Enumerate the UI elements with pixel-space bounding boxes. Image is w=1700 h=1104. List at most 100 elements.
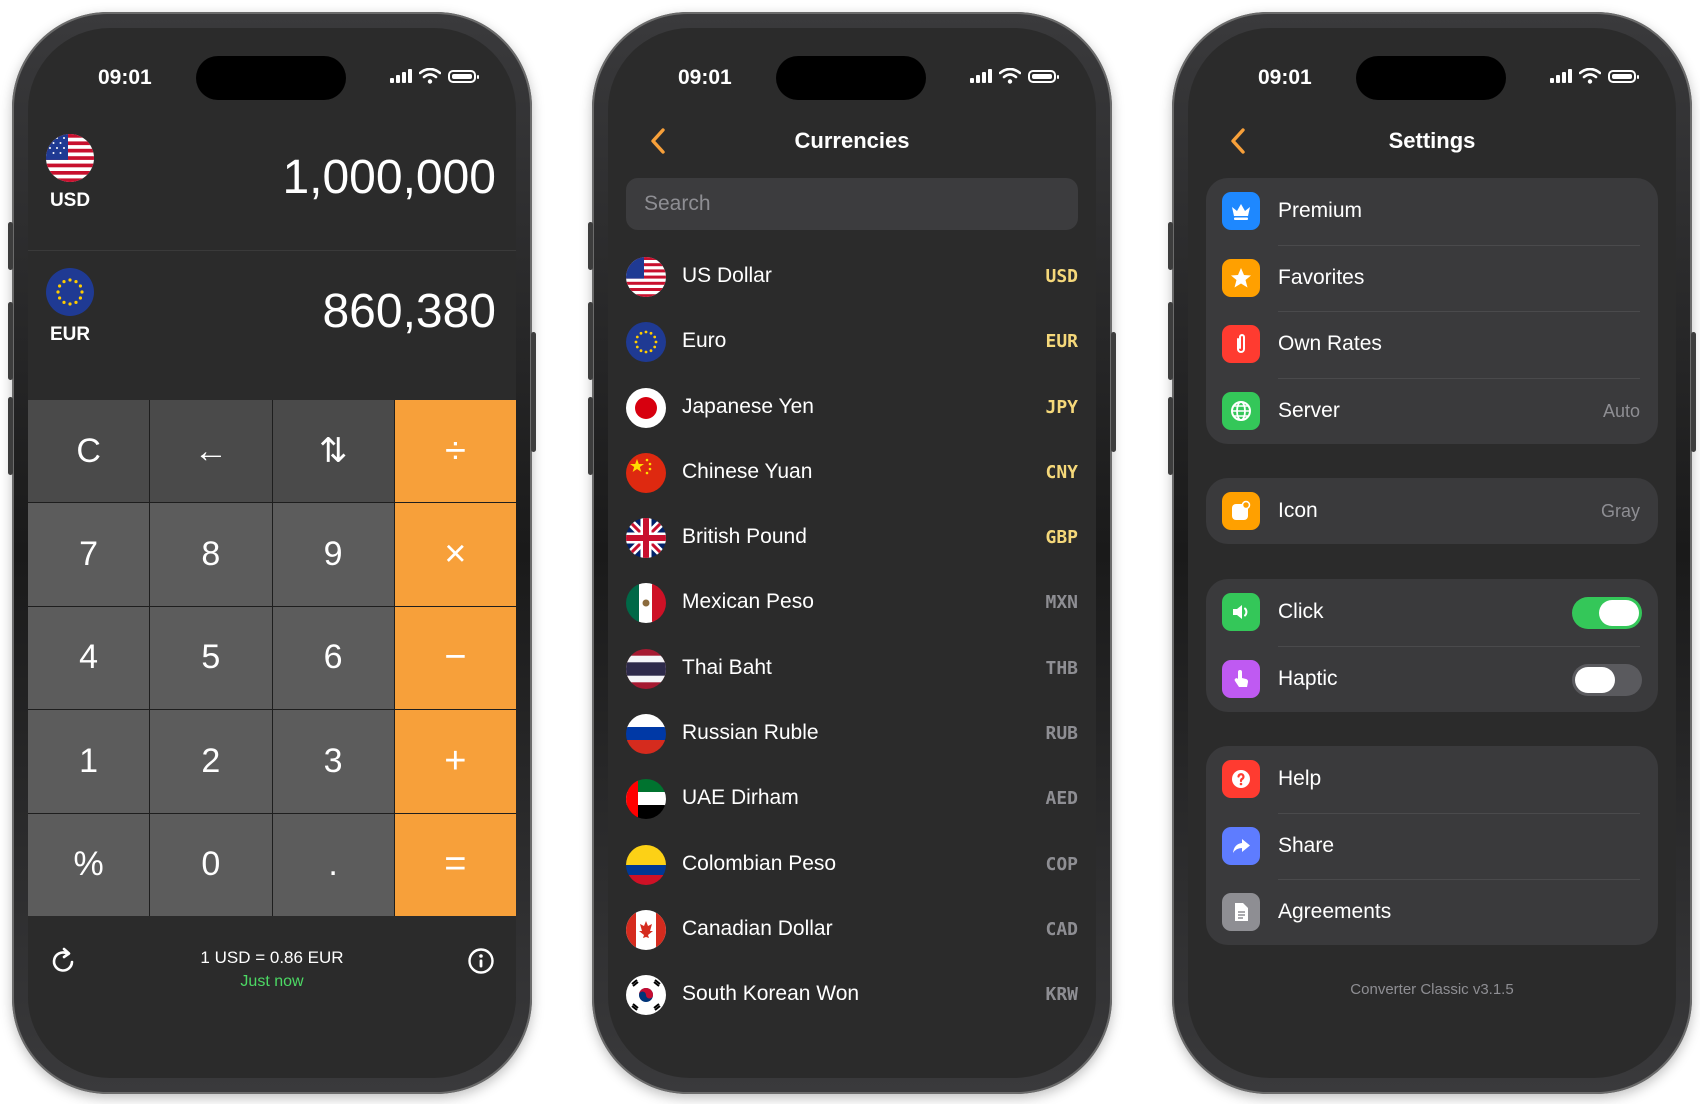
app-version: Converter Classic v3.1.5 xyxy=(1350,981,1514,998)
settings-row-share[interactable]: Share xyxy=(1206,812,1658,880)
currency-code: RUB xyxy=(1045,723,1078,745)
currency-code: COP xyxy=(1045,853,1078,875)
currency-name: Russian Ruble xyxy=(682,721,819,745)
currency-item-jpy[interactable]: Japanese Yen JPY xyxy=(608,375,1096,440)
toggle-knob xyxy=(1575,666,1615,693)
currency-name: UAE Dirham xyxy=(682,786,799,810)
wifi-icon xyxy=(419,68,441,84)
settings-group-feedback: Click Haptic xyxy=(1206,579,1658,712)
swap-key[interactable]: ⇅ xyxy=(272,400,394,503)
status-time: 09:01 xyxy=(98,66,152,89)
canada-flag-icon xyxy=(626,909,666,950)
currency-item-gbp[interactable]: British Pound GBP xyxy=(608,505,1096,570)
settings-row-own-rates[interactable]: Own Rates xyxy=(1206,311,1658,378)
paperclip-icon xyxy=(1222,325,1260,363)
backspace-key[interactable]: ← xyxy=(150,400,272,503)
currency-name: British Pound xyxy=(682,525,807,549)
phone-currencies: 09:01 Currencies Search US Dollar USD Eu… xyxy=(588,12,1116,1094)
minus-key[interactable]: − xyxy=(394,606,516,710)
currency-item-usd[interactable]: US Dollar USD xyxy=(608,244,1096,309)
currency-name: South Korean Won xyxy=(682,982,860,1006)
currency-item-mxn[interactable]: Mexican Peso MXN xyxy=(608,570,1096,635)
conversion-row-eur[interactable]: EUR 860,380 xyxy=(28,254,516,384)
settings-group-about: Help Share Agreements xyxy=(1206,746,1658,945)
side-button xyxy=(531,332,536,452)
uae-flag-icon xyxy=(626,779,666,820)
digit-8-key[interactable]: 8 xyxy=(150,503,272,606)
conversion-row-usd[interactable]: USD 1,000,000 xyxy=(28,120,516,251)
settings-value: Gray xyxy=(1600,501,1640,521)
thailand-flag-icon xyxy=(626,648,666,689)
currency-name: Japanese Yen xyxy=(682,394,814,418)
digit-2-key[interactable]: 2 xyxy=(150,710,272,813)
info-icon[interactable] xyxy=(466,946,496,976)
digit-1-key[interactable]: 1 xyxy=(28,710,150,813)
digit-9-key[interactable]: 9 xyxy=(272,503,394,606)
china-flag-icon xyxy=(626,452,666,493)
side-button xyxy=(1168,302,1173,380)
currency-item-eur[interactable]: Euro EUR xyxy=(608,309,1096,374)
battery-icon xyxy=(1608,69,1639,83)
currency-item-aed[interactable]: UAE Dirham AED xyxy=(608,766,1096,831)
currencies-screen: 09:01 Currencies Search US Dollar USD Eu… xyxy=(608,28,1096,1078)
percent-key[interactable]: % xyxy=(28,813,150,916)
amount-value: 860,380 xyxy=(322,285,496,338)
settings-label: Click xyxy=(1278,600,1324,623)
settings-row-help[interactable]: Help xyxy=(1206,746,1658,813)
speaker-icon xyxy=(1222,593,1260,631)
search-input[interactable]: Search xyxy=(626,178,1078,230)
decimal-key[interactable]: . xyxy=(272,813,394,916)
dynamic-island xyxy=(196,56,346,100)
multiply-key[interactable]: × xyxy=(394,503,516,606)
side-button xyxy=(588,397,593,475)
digit-7-key[interactable]: 7 xyxy=(28,503,150,606)
star-icon xyxy=(1222,258,1260,297)
click-toggle[interactable] xyxy=(1572,597,1642,629)
wifi-icon xyxy=(1579,68,1601,84)
currency-code: KRW xyxy=(1045,984,1078,1006)
settings-row-premium[interactable]: Premium xyxy=(1206,178,1658,245)
currency-item-cad[interactable]: Canadian Dollar CAD xyxy=(608,897,1096,962)
settings-label: Server xyxy=(1278,398,1340,422)
currency-code: MXN xyxy=(1045,592,1078,614)
digit-6-key[interactable]: 6 xyxy=(272,606,394,710)
currency-name: Colombian Peso xyxy=(682,851,837,875)
digit-4-key[interactable]: 4 xyxy=(28,606,150,710)
currency-code: JPY xyxy=(1045,396,1078,418)
mexico-flag-icon xyxy=(626,583,666,624)
page-title: Settings xyxy=(1388,128,1476,153)
signal-icon xyxy=(390,69,412,83)
divide-key[interactable]: ÷ xyxy=(394,400,516,503)
wifi-icon xyxy=(999,68,1021,84)
clear-key[interactable]: C xyxy=(28,400,150,503)
side-button xyxy=(8,222,13,270)
currency-name: Chinese Yuan xyxy=(682,459,813,483)
currency-item-krw[interactable]: South Korean Won KRW xyxy=(608,962,1096,1027)
uk-flag-icon xyxy=(626,518,666,559)
currency-code: USD xyxy=(1045,266,1078,287)
currency-code: AED xyxy=(1045,788,1078,810)
currency-item-cny[interactable]: Chinese Yuan CNY xyxy=(608,440,1096,505)
digit-5-key[interactable]: 5 xyxy=(150,606,272,710)
app-icon-icon xyxy=(1222,492,1260,530)
settings-row-icon[interactable]: Icon Gray xyxy=(1206,478,1658,545)
phone-converter: 09:01 USD 1,000,000 EUR 860,380 C ← ⇅ ÷ … xyxy=(8,12,536,1094)
russia-flag-icon xyxy=(626,714,666,755)
currency-item-cop[interactable]: Colombian Peso COP xyxy=(608,832,1096,897)
haptic-toggle[interactable] xyxy=(1572,663,1642,696)
settings-row-server[interactable]: Server Auto xyxy=(1206,377,1658,445)
settings-label: Haptic xyxy=(1278,666,1338,690)
settings-row-haptic: Haptic xyxy=(1206,645,1658,713)
rate-footer: 1 USD = 0.86 EUR Just now xyxy=(28,916,516,1066)
digit-3-key[interactable]: 3 xyxy=(272,710,394,813)
battery-icon xyxy=(1028,69,1059,83)
currency-item-rub[interactable]: Russian Ruble RUB xyxy=(608,701,1096,766)
equals-key[interactable]: = xyxy=(394,813,516,916)
settings-row-agreements[interactable]: Agreements xyxy=(1206,879,1658,946)
page-title: Currencies xyxy=(794,128,910,153)
digit-0-key[interactable]: 0 xyxy=(150,813,272,916)
settings-row-favorites[interactable]: Favorites xyxy=(1206,244,1658,312)
dynamic-island xyxy=(1356,56,1506,100)
plus-key[interactable]: + xyxy=(394,710,516,813)
currency-item-thb[interactable]: Thai Baht THB xyxy=(608,636,1096,701)
